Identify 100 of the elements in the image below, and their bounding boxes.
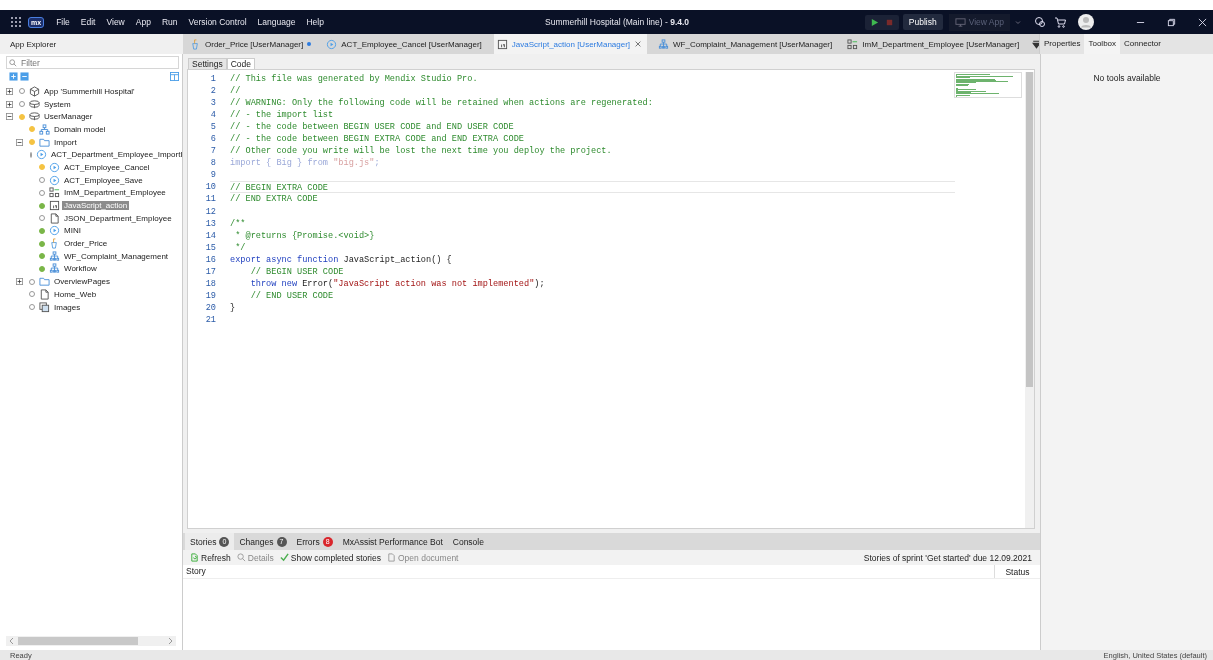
workflow-icon: [658, 38, 670, 50]
microflow-icon: [326, 38, 338, 50]
workflow-icon: [49, 250, 60, 262]
document-tab[interactable]: ACT_Employee_Cancel [UserManager]: [323, 34, 494, 54]
expand-icon[interactable]: [16, 278, 23, 286]
code-line: throw new Error("JavaScript action was not implemented");: [249, 278, 545, 289]
code-line: // END USER CODE: [249, 290, 334, 301]
collapse-icon[interactable]: [6, 113, 13, 121]
tree-item[interactable]: App 'Summerhill Hospital': [42, 86, 137, 96]
close-icon[interactable]: [1198, 17, 1207, 27]
rule-icon: [49, 238, 60, 250]
folder-icon: [39, 276, 50, 288]
window-title: Summerhill Hospital (Main line) - 9.4.0: [545, 17, 690, 27]
microflow-icon: [49, 174, 60, 186]
monitor-icon: [954, 16, 966, 28]
tree-item[interactable]: Order_Price: [62, 239, 110, 249]
microflow-icon: [49, 225, 60, 237]
bottom-tab[interactable]: Console: [447, 533, 489, 550]
code-line: //: [230, 86, 241, 97]
document-tab[interactable]: WF_Complaint_Management [UserManager]: [655, 34, 845, 54]
tree-item[interactable]: UserManager: [42, 112, 95, 122]
tree-item[interactable]: Images: [52, 302, 83, 312]
menu-item[interactable]: Run: [161, 17, 178, 27]
menu-item[interactable]: Language: [257, 17, 296, 27]
avatar-icon[interactable]: [1078, 14, 1094, 30]
run-icon[interactable]: [869, 17, 879, 27]
line-number: 9: [210, 169, 216, 182]
document-tab[interactable]: JavaScript_action [UserManager]: [493, 34, 648, 54]
tree-item[interactable]: JSON_Department_Employee: [62, 213, 174, 223]
line-number: 17: [205, 265, 216, 278]
details-icon: [236, 553, 246, 562]
line-number: 12: [205, 205, 216, 218]
line-number: 2: [210, 85, 216, 98]
line-number: 4: [210, 109, 216, 122]
tree-item[interactable]: Home_Web: [52, 289, 99, 299]
microflow-icon: [36, 149, 47, 161]
domain-icon: [39, 123, 50, 135]
tree-item[interactable]: Import: [52, 137, 79, 147]
filter-input[interactable]: Filter: [6, 56, 179, 69]
menu-item[interactable]: App: [135, 17, 151, 27]
app-grid-icon[interactable]: [10, 16, 22, 28]
toolbar-button[interactable]: Show completed stories: [276, 552, 384, 563]
tree-item[interactable]: ACT_Employee_Cancel: [62, 162, 152, 172]
tree-item[interactable]: Domain model: [52, 124, 108, 134]
workflow-icon: [49, 263, 60, 275]
line-number: 19: [205, 289, 216, 302]
menu-item[interactable]: Version Control: [188, 17, 247, 27]
panel-tab[interactable]: Toolbox: [1084, 34, 1121, 54]
vertical-scrollbar[interactable]: [1025, 72, 1034, 528]
line-number: 3: [210, 97, 216, 110]
document-icon: [387, 553, 396, 562]
line-number: 13: [205, 217, 216, 230]
code-line: /**: [230, 218, 246, 229]
panel-title: App Explorer: [10, 39, 57, 49]
tree-item[interactable]: System: [42, 99, 73, 109]
column-header[interactable]: Story: [183, 565, 995, 578]
toolbar-button[interactable]: Refresh: [187, 552, 234, 563]
bottom-tab[interactable]: MxAssist Performance Bot: [337, 533, 448, 550]
tree-item[interactable]: Workflow: [62, 264, 99, 274]
restore-icon[interactable]: [1167, 17, 1176, 27]
line-number: 16: [205, 253, 216, 266]
tree-item[interactable]: MINI: [62, 226, 83, 236]
column-header[interactable]: Status: [995, 566, 1040, 577]
tree-item[interactable]: ACT_Department_Employee_ImportI: [49, 150, 182, 160]
code-line: // - the code between BEGIN USER CODE and END USER CODE: [230, 122, 514, 133]
menu-item[interactable]: File: [56, 17, 70, 27]
publish-button[interactable]: Publish: [902, 14, 943, 30]
chat-icon[interactable]: [1034, 16, 1046, 28]
code-line: }: [230, 302, 236, 313]
code-line: * @returns {Promise.<void>}: [234, 230, 375, 241]
document-tab[interactable]: Order_Price [UserManager]: [187, 34, 324, 54]
mapping-icon: [847, 38, 859, 50]
panel-tab[interactable]: Properties: [1040, 34, 1085, 54]
collapse-all-icon[interactable]: [20, 72, 29, 81]
rule-icon: [190, 38, 201, 50]
empty-message: No tools available: [1093, 73, 1161, 83]
expand-icon[interactable]: [6, 100, 13, 108]
tree-item[interactable]: ACT_Employee_Save: [62, 175, 145, 185]
expand-icon[interactable]: [6, 87, 13, 95]
code-line: export async function JavaScript_action() {: [230, 254, 452, 265]
tree-item[interactable]: OverviewPages: [52, 277, 113, 287]
cart-icon[interactable]: [1054, 16, 1066, 28]
page-icon: [39, 288, 50, 300]
check-icon: [279, 553, 289, 562]
document-tab[interactable]: ImM_Department_Employee [UserManager]: [844, 34, 1032, 54]
layout-icon[interactable]: [170, 72, 179, 81]
tree-item[interactable]: ImM_Department_Employee: [62, 188, 168, 198]
menu-item[interactable]: Help: [306, 17, 324, 27]
code-line: // This file was generated by Mendix Studio Pro.: [230, 74, 478, 84]
collapse-icon[interactable]: [16, 138, 23, 146]
line-number: 14: [205, 229, 216, 242]
expand-all-icon[interactable]: [9, 72, 18, 81]
folder-icon: [39, 136, 50, 148]
panel-tab[interactable]: Connector: [1120, 34, 1165, 54]
images-icon: [39, 301, 50, 313]
menu-item[interactable]: View: [106, 17, 125, 27]
js-icon: [496, 38, 508, 50]
menu-item[interactable]: Edit: [80, 17, 96, 27]
module-icon: [29, 111, 40, 123]
tree-item[interactable]: WF_Complaint_Management: [62, 251, 171, 261]
